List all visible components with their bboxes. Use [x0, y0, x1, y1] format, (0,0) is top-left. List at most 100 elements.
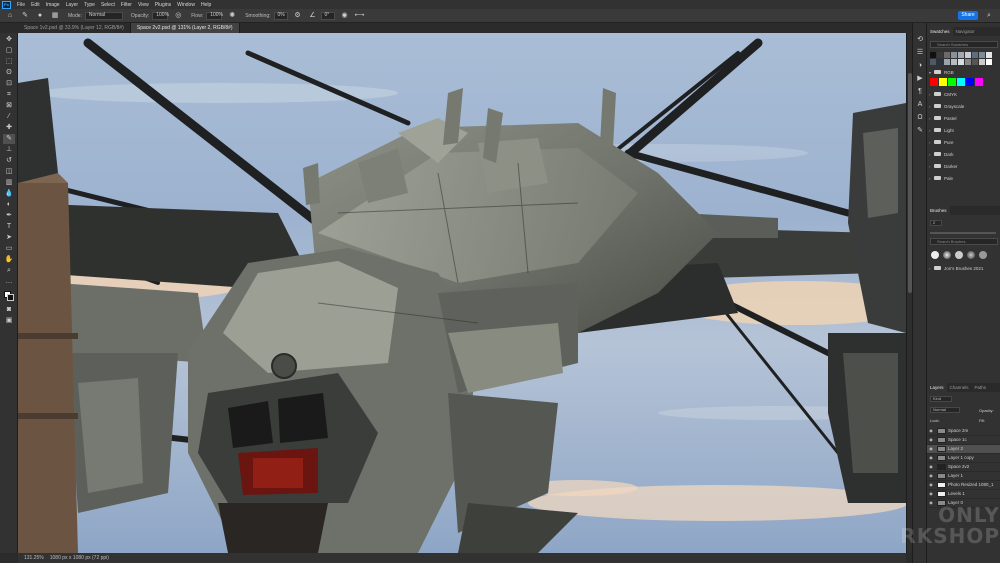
menu-view[interactable]: View: [138, 2, 149, 8]
mode-select[interactable]: Normal: [84, 11, 123, 20]
zoom-level[interactable]: 131.25%: [24, 555, 44, 561]
glyphs-panel-icon[interactable]: Ω: [915, 113, 925, 123]
swatch-group-cmyk[interactable]: › CMYK: [929, 90, 999, 98]
spot-healing-tool-icon[interactable]: ✚: [3, 123, 15, 133]
gradient-tool-icon[interactable]: ▥: [3, 178, 15, 188]
swatch-group-light[interactable]: › Light: [929, 126, 999, 134]
layer-row[interactable]: ◉ Photo Resized 1080_1: [927, 481, 1000, 490]
pen-tool-icon[interactable]: ✒: [3, 211, 15, 221]
menu-window[interactable]: Window: [177, 2, 195, 8]
brush-preset-soft-2[interactable]: [967, 251, 975, 259]
menu-plugins[interactable]: Plugins: [155, 2, 171, 8]
airbrush-icon[interactable]: ✺: [227, 11, 237, 21]
smoothing-settings-gear-icon[interactable]: ⚙: [293, 11, 303, 21]
more-tools-icon[interactable]: …: [3, 277, 15, 287]
swatch-group-pale[interactable]: › Pale: [929, 174, 999, 182]
layer-kind-filter[interactable]: Kind: [930, 396, 952, 402]
brush-size-field[interactable]: 2: [930, 220, 942, 226]
brush-settings-icon[interactable]: ▦: [50, 11, 60, 21]
visibility-eye-icon[interactable]: ◉: [927, 428, 935, 433]
character-panel-icon[interactable]: A: [915, 100, 925, 110]
paragraph-panel-icon[interactable]: ¶: [915, 87, 925, 97]
brush-preset-round-3[interactable]: [979, 251, 987, 259]
hand-tool-icon[interactable]: ✋: [3, 255, 15, 265]
move-tool-icon[interactable]: ✥: [3, 35, 15, 45]
marquee-tool-icon[interactable]: ⬚: [3, 57, 15, 67]
layer-row[interactable]: ◉ Space 2v2: [927, 463, 1000, 472]
frame-tool-icon[interactable]: ⊠: [3, 101, 15, 111]
tab-brushes[interactable]: Brushes: [927, 206, 950, 215]
rgb-swatches[interactable]: [930, 78, 984, 86]
rectangle-tool-icon[interactable]: ▭: [3, 244, 15, 254]
visibility-eye-icon[interactable]: ◉: [927, 446, 935, 451]
blur-tool-icon[interactable]: 💧: [3, 189, 15, 199]
brush-size-slider[interactable]: [930, 232, 996, 234]
tab-channels[interactable]: Channels: [947, 383, 972, 392]
swatch-group-dark[interactable]: › Dark: [929, 150, 999, 158]
layer-row[interactable]: ◉ Space 1c: [927, 436, 1000, 445]
artboard-tool-icon[interactable]: ▢: [3, 46, 15, 56]
zoom-tool-icon[interactable]: ⌕: [3, 266, 15, 276]
history-panel-icon[interactable]: ⟲: [915, 35, 925, 45]
recent-swatches[interactable]: [930, 52, 993, 58]
menu-type[interactable]: Type: [84, 2, 95, 8]
brush-angle-field[interactable]: 0°: [320, 11, 335, 20]
pressure-size-icon[interactable]: ◉: [340, 11, 350, 21]
menu-filter[interactable]: Filter: [121, 2, 132, 8]
history-brush-tool-icon[interactable]: ↺: [3, 156, 15, 166]
share-button[interactable]: Share: [958, 11, 978, 20]
opacity-field[interactable]: 100%: [152, 11, 169, 20]
brush-settings-panel-icon[interactable]: ✎: [915, 126, 925, 136]
document-tab-space-2v2[interactable]: Space 2v2.psd @ 131% (Layer 2, RGB/8#): [130, 23, 240, 33]
brush-folder-jons-brushes[interactable]: › Jon's Brushes 2021: [929, 264, 999, 272]
smoothing-field[interactable]: 0%: [273, 11, 288, 20]
brush-size-picker-icon[interactable]: ●: [35, 11, 45, 21]
visibility-eye-icon[interactable]: ◉: [927, 437, 935, 442]
search-icon[interactable]: ⌕: [984, 11, 994, 21]
lasso-tool-icon[interactable]: ʘ: [3, 68, 15, 78]
recent-swatches-row-2[interactable]: [930, 59, 993, 65]
pressure-opacity-icon[interactable]: ◎: [173, 11, 183, 21]
brush-angle-icon[interactable]: ∠: [308, 11, 318, 21]
type-tool-icon[interactable]: T: [3, 222, 15, 232]
tab-navigator[interactable]: Navigator: [953, 27, 978, 36]
path-selection-tool-icon[interactable]: ➤: [3, 233, 15, 243]
flow-field[interactable]: 100%: [206, 11, 223, 20]
dodge-tool-icon[interactable]: ◐: [3, 200, 15, 210]
menu-file[interactable]: File: [17, 2, 25, 8]
tab-paths[interactable]: Paths: [972, 383, 990, 392]
swatch-group-darker[interactable]: › Darker: [929, 162, 999, 170]
document-tab-space-1v2[interactable]: Space 1v2.psd @ 33.9% (Layer 12, RGB/8#): [18, 23, 131, 33]
eyedropper-tool-icon[interactable]: ⁄: [3, 112, 15, 122]
screen-mode-icon[interactable]: ▣: [3, 316, 15, 326]
photoshop-logo-icon[interactable]: Ps: [2, 0, 11, 9]
swatch-group-pastel[interactable]: › Pastel: [929, 114, 999, 122]
visibility-eye-icon[interactable]: ◉: [927, 455, 935, 460]
layer-row[interactable]: ◉ Space 2m: [927, 427, 1000, 436]
visibility-eye-icon[interactable]: ◉: [927, 491, 935, 496]
brush-preset-round-2[interactable]: [955, 251, 963, 259]
document-size[interactable]: 1080 px x 1080 px (72 ppi): [50, 555, 109, 561]
visibility-eye-icon[interactable]: ◉: [927, 482, 935, 487]
actions-panel-icon[interactable]: ▶: [915, 74, 925, 84]
visibility-eye-icon[interactable]: ◉: [927, 473, 935, 478]
tab-swatches[interactable]: Swatches: [927, 27, 953, 36]
brush-tool-preset-icon[interactable]: ✎: [20, 11, 30, 21]
blend-mode-select[interactable]: Normal: [930, 407, 960, 413]
menu-edit[interactable]: Edit: [31, 2, 40, 8]
menu-image[interactable]: Image: [46, 2, 60, 8]
layer-row[interactable]: ◉ Levels 1: [927, 490, 1000, 499]
object-selection-tool-icon[interactable]: ⊡: [3, 79, 15, 89]
crop-tool-icon[interactable]: ⌗: [3, 90, 15, 100]
layer-row[interactable]: ◉ Layer 1: [927, 472, 1000, 481]
swatches-search-input[interactable]: Search Swatches: [930, 41, 998, 48]
home-icon[interactable]: ⌂: [5, 11, 15, 21]
layer-row-selected[interactable]: ◉ Layer 2: [927, 445, 1000, 454]
menu-layer[interactable]: Layer: [66, 2, 79, 8]
clone-stamp-tool-icon[interactable]: ⊥: [3, 145, 15, 155]
visibility-eye-icon[interactable]: ◉: [927, 464, 935, 469]
tab-layers[interactable]: Layers: [927, 383, 947, 392]
menu-help[interactable]: Help: [201, 2, 211, 8]
properties-panel-icon[interactable]: ☰: [915, 48, 925, 58]
menu-select[interactable]: Select: [101, 2, 115, 8]
